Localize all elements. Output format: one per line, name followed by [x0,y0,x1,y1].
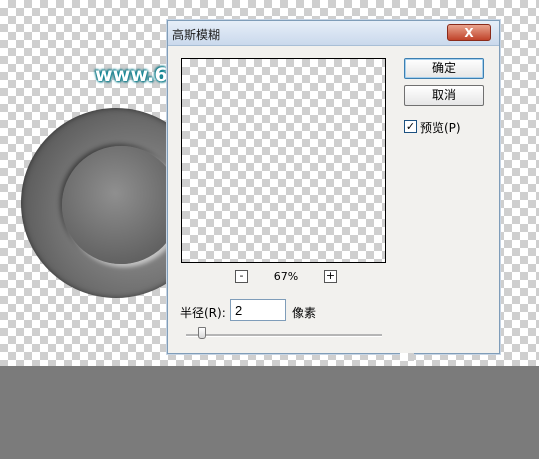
preview-checkbox[interactable]: ✓ [404,120,417,133]
dialog-body: 确定 取消 ✓ 预览(P) - 67% + 半径(R): 像素 [168,46,499,353]
dialog-title: 高斯模糊 [172,28,221,42]
close-icon: X [464,26,474,40]
gray-disc-inner [62,146,180,264]
close-button[interactable]: X [447,24,491,41]
zoom-level: 67% [273,270,299,283]
zoom-out-button[interactable]: - [235,270,248,283]
plus-icon: + [325,269,336,282]
radius-slider-track[interactable] [186,334,382,337]
radius-label: 半径(R): [180,306,226,320]
canvas-edge-strip [400,353,414,366]
radius-unit-label: 像素 [292,306,317,320]
radius-input[interactable] [230,299,286,321]
preview-pane[interactable] [181,58,386,263]
zoom-in-button[interactable]: + [324,270,337,283]
ok-button[interactable]: 确定 [404,58,484,79]
cancel-button[interactable]: 取消 [404,85,484,106]
dialog-titlebar[interactable]: 高斯模糊 X [168,21,499,46]
preview-checkbox-label[interactable]: 预览(P) [420,119,461,136]
radius-slider-thumb[interactable] [197,327,206,339]
canvas-gray-band [0,366,539,459]
gaussian-blur-dialog: 高斯模糊 X 确定 取消 ✓ 预览(P) - 67% + 半径(R): 像素 [167,20,500,354]
minus-icon: - [239,269,244,282]
